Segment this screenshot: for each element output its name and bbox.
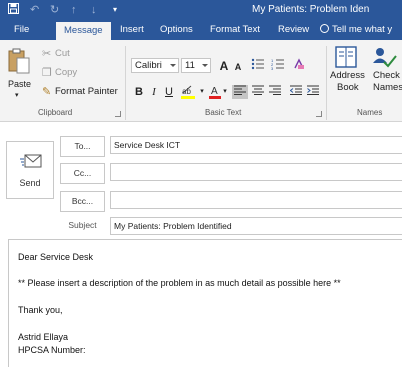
send-button[interactable]: Send [6, 141, 54, 199]
window-title: My Patients: Problem Iden [252, 4, 370, 15]
paste-icon[interactable] [8, 48, 30, 77]
ribbon-separator [326, 46, 327, 120]
chevron-down-icon [170, 64, 176, 67]
align-right-icon[interactable] [268, 85, 282, 99]
copy-icon: ❐ [42, 67, 52, 79]
svg-text:A: A [211, 86, 218, 97]
basic-text-group-label: Basic Text [205, 108, 242, 117]
clear-formatting-icon[interactable] [292, 58, 306, 72]
align-center-icon[interactable] [251, 85, 265, 99]
paste-dropdown-icon[interactable]: ▾ [15, 90, 19, 102]
tab-file[interactable]: File [6, 20, 37, 40]
svg-text:ab: ab [182, 87, 191, 96]
save-icon[interactable] [8, 3, 19, 17]
cc-button[interactable]: Cc... [60, 163, 105, 184]
font-name-value: Calibri [135, 60, 162, 71]
to-field[interactable]: Service Desk ICT [110, 136, 402, 154]
format-painter-icon: ✎ [42, 86, 52, 98]
address-book-label-2[interactable]: Book [337, 82, 359, 94]
chevron-down-icon[interactable]: ▾ [222, 85, 228, 99]
scissors-icon: ✂ [42, 48, 52, 60]
tab-review[interactable]: Review [270, 20, 317, 40]
check-names-label-1[interactable]: Check [373, 70, 400, 82]
body-thanks: Thank you, [18, 305, 63, 315]
bold-button[interactable]: B [133, 85, 145, 99]
to-button[interactable]: To... [60, 136, 105, 157]
address-book-icon[interactable] [334, 46, 358, 71]
tab-message[interactable]: Message [56, 22, 111, 40]
cc-field[interactable] [110, 163, 402, 181]
body-hpcsa: HPCSA Number: [18, 345, 86, 355]
tab-options[interactable]: Options [152, 20, 201, 40]
format-painter-button[interactable]: Format Painter [55, 86, 118, 98]
chevron-down-icon[interactable]: ▾ [199, 85, 205, 99]
increase-indent-icon[interactable] [306, 85, 320, 99]
font-color-icon[interactable]: A [208, 85, 222, 99]
basic-text-launcher-icon[interactable] [316, 111, 322, 117]
chevron-down-icon [202, 64, 208, 67]
redo-icon[interactable]: ↻ [50, 3, 59, 17]
bullets-icon[interactable] [250, 58, 266, 72]
clipboard-launcher-icon[interactable] [115, 111, 121, 117]
address-book-label-1[interactable]: Address [330, 70, 365, 82]
customize-icon[interactable]: ▾ [113, 3, 117, 17]
clipboard-group-label: Clipboard [38, 108, 73, 117]
highlight-icon[interactable]: ab [180, 85, 198, 99]
body-name: Astrid Ellaya [18, 332, 69, 342]
lightbulb-icon [320, 24, 329, 33]
subject-field[interactable]: My Patients: Problem Identified [110, 217, 402, 235]
up-arrow-icon[interactable]: ↑ [71, 3, 77, 17]
ribbon-tabs: File Message Insert Options Format Text … [0, 20, 402, 40]
send-label: Send [19, 178, 41, 188]
check-names-icon[interactable] [372, 46, 398, 73]
paste-button[interactable]: Paste [8, 78, 31, 90]
numbering-icon[interactable]: 123 [270, 58, 286, 72]
shrink-font-button[interactable]: A [233, 60, 243, 74]
copy-button[interactable]: Copy [55, 67, 77, 79]
check-names-label-2[interactable]: Names [373, 82, 402, 94]
underline-button[interactable]: U [163, 85, 175, 99]
subject-label: Subject [68, 220, 97, 230]
send-icon [20, 153, 42, 174]
body-greeting: Dear Service Desk [18, 252, 94, 262]
title-bar: ↶ ↻ ↑ ↓ ▾ My Patients: Problem Iden [0, 0, 402, 20]
decrease-indent-icon[interactable] [289, 85, 303, 99]
tab-insert[interactable]: Insert [112, 20, 152, 40]
tell-me-label: Tell me what y [332, 24, 393, 35]
grow-font-button[interactable]: A [218, 59, 230, 73]
svg-text:3: 3 [271, 66, 274, 70]
font-name-combo[interactable]: Calibri [131, 58, 179, 73]
cut-button[interactable]: Cut [55, 48, 70, 60]
bcc-button[interactable]: Bcc... [60, 191, 105, 212]
tab-tell-me[interactable]: Tell me what y [312, 20, 400, 40]
tab-format-text[interactable]: Format Text [202, 20, 268, 40]
names-group-label: Names [357, 108, 383, 117]
down-arrow-icon[interactable]: ↓ [91, 3, 97, 17]
body-instruction: ** Please insert a description of the pr… [18, 278, 341, 288]
ribbon-separator [125, 46, 126, 120]
undo-icon[interactable]: ↶ [30, 3, 39, 17]
ribbon: Paste ▾ ✂ Cut ❐ Copy ✎ Format Painter Cl… [0, 40, 402, 122]
align-left-icon[interactable] [232, 85, 248, 99]
italic-button[interactable]: I [149, 85, 159, 99]
font-size-combo[interactable]: 11 [181, 58, 211, 73]
font-size-value: 11 [185, 60, 195, 71]
bcc-field[interactable] [110, 191, 402, 209]
